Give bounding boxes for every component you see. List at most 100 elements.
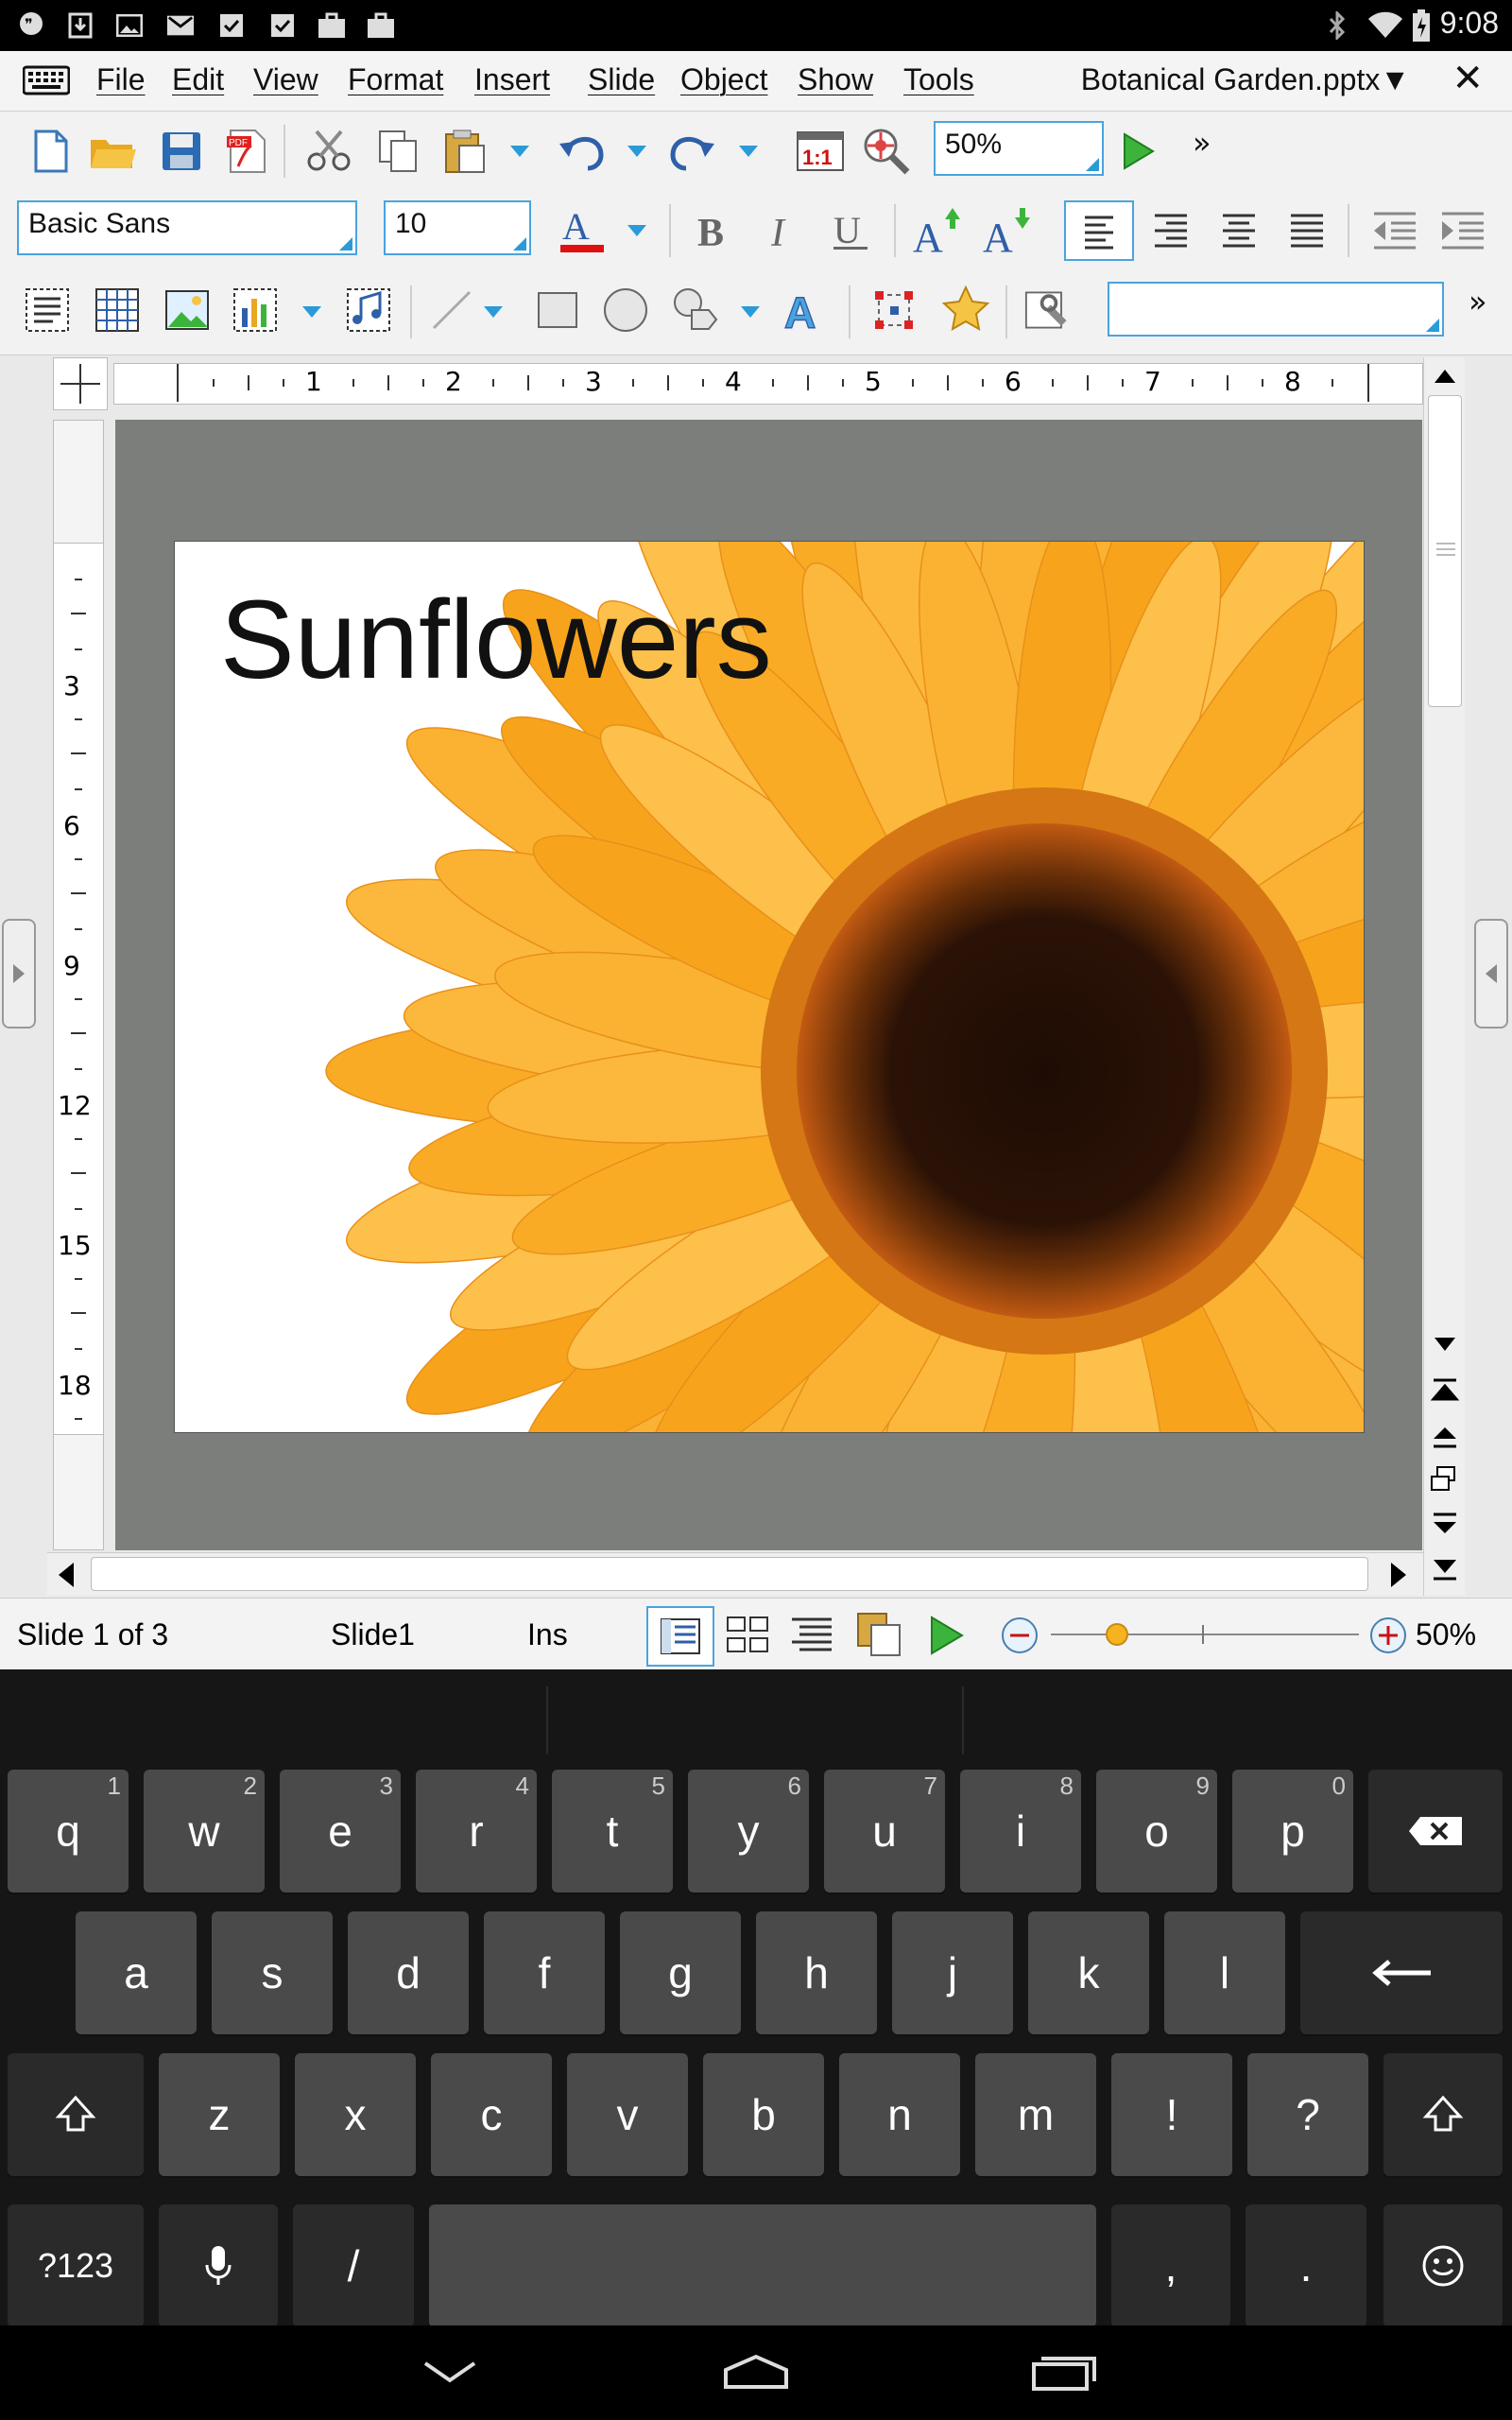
scroll-right-icon[interactable]: [1382, 1559, 1414, 1591]
first-slide-icon[interactable]: [1428, 1373, 1462, 1410]
slide-1[interactable]: Sunflowers: [174, 541, 1365, 1433]
paste-options-dropdown[interactable]: [510, 146, 529, 159]
open-folder-icon[interactable]: [89, 127, 138, 176]
key-w[interactable]: w2: [144, 1770, 265, 1893]
shapes-tool-dropdown[interactable]: [741, 306, 760, 320]
align-justify-icon[interactable]: [1281, 206, 1331, 255]
slide-sorter-icon[interactable]: [724, 1612, 771, 1659]
key-m[interactable]: m: [975, 2053, 1096, 2176]
cut-icon[interactable]: [304, 127, 353, 176]
start-slideshow-icon[interactable]: [924, 1612, 968, 1659]
back-down-icon[interactable]: [412, 2348, 488, 2395]
insert-image-icon[interactable]: [163, 285, 212, 335]
zoom-out-icon[interactable]: [1000, 1616, 1040, 1655]
align-right-icon[interactable]: [1145, 206, 1194, 255]
fontwork-icon[interactable]: A: [782, 285, 832, 335]
key-l[interactable]: l: [1164, 1911, 1285, 2034]
key-p[interactable]: p0: [1232, 1770, 1353, 1893]
key-f[interactable]: f: [484, 1911, 605, 2034]
slash-key[interactable]: /: [293, 2204, 414, 2327]
home-icon[interactable]: [718, 2348, 794, 2395]
line-tool-dropdown[interactable]: [484, 306, 503, 320]
bold-icon[interactable]: B: [690, 206, 739, 255]
last-slide-icon[interactable]: [1428, 1548, 1462, 1586]
menu-object[interactable]: Object: [680, 62, 767, 97]
ellipse-tool-icon[interactable]: [601, 285, 650, 335]
key-y[interactable]: y6: [688, 1770, 809, 1893]
insert-media-icon[interactable]: [344, 285, 393, 335]
toolbar-more-button[interactable]: »: [1193, 125, 1211, 161]
undo-dropdown[interactable]: [627, 146, 646, 159]
key-v[interactable]: v: [567, 2053, 688, 2176]
key-z[interactable]: z: [159, 2053, 280, 2176]
insert-chart-icon[interactable]: [231, 285, 280, 335]
points-edit-icon[interactable]: [869, 285, 919, 335]
customize-tools-icon[interactable]: [1024, 285, 1074, 335]
slide-title-textbox[interactable]: Sunflowers: [220, 576, 772, 704]
menu-show[interactable]: Show: [798, 62, 873, 97]
backspace-key[interactable]: [1368, 1770, 1503, 1893]
font-size-field[interactable]: 10: [384, 200, 531, 255]
key-u[interactable]: u7: [824, 1770, 945, 1893]
left-sidebar-handle[interactable]: [2, 919, 36, 1028]
previous-slide-icon[interactable]: [1428, 1418, 1462, 1456]
key-s[interactable]: s: [212, 1911, 333, 2034]
zoom-in-icon[interactable]: [1368, 1616, 1408, 1655]
vertical-scrollbar[interactable]: [1423, 357, 1465, 1596]
key-d[interactable]: d: [348, 1911, 469, 2034]
zoom-magnifier-icon[interactable]: [862, 127, 911, 176]
increase-indent-icon[interactable]: [1438, 206, 1487, 255]
style-field[interactable]: [1108, 282, 1444, 337]
redo-dropdown[interactable]: [739, 146, 758, 159]
font-name-field[interactable]: Basic Sans: [17, 200, 357, 255]
key-question[interactable]: ?: [1247, 2053, 1368, 2176]
horizontal-scroll-thumb[interactable]: [91, 1557, 1368, 1591]
zoom-slider-track[interactable]: [1051, 1634, 1359, 1635]
key-g[interactable]: g: [620, 1911, 741, 2034]
horizontal-scrollbar[interactable]: [47, 1552, 1423, 1596]
export-pdf-icon[interactable]: PDF: [223, 127, 272, 176]
decrease-font-icon[interactable]: A: [983, 206, 1032, 255]
key-h[interactable]: h: [756, 1911, 877, 2034]
underline-icon[interactable]: U: [826, 206, 875, 255]
key-exclamation[interactable]: !: [1111, 2053, 1232, 2176]
rectangle-tool-icon[interactable]: [533, 285, 582, 335]
insert-mode[interactable]: Ins: [527, 1617, 568, 1652]
scroll-left-icon[interactable]: [51, 1559, 83, 1591]
key-q[interactable]: q1: [8, 1770, 129, 1893]
redo-icon[interactable]: [667, 127, 716, 176]
notes-view-icon[interactable]: [854, 1610, 903, 1659]
key-k[interactable]: k: [1028, 1911, 1149, 2034]
menu-insert[interactable]: Insert: [474, 62, 550, 97]
key-i[interactable]: i8: [960, 1770, 1081, 1893]
symbols-key[interactable]: ?123: [8, 2204, 144, 2327]
scroll-up-icon[interactable]: [1428, 359, 1462, 393]
key-x[interactable]: x: [295, 2053, 416, 2176]
menu-tools[interactable]: Tools: [903, 62, 974, 97]
scroll-down-icon[interactable]: [1428, 1327, 1462, 1361]
space-key[interactable]: [429, 2204, 1096, 2327]
italic-icon[interactable]: I: [758, 206, 807, 255]
insert-table-icon[interactable]: [93, 285, 142, 335]
navigator-icon[interactable]: [1428, 1461, 1462, 1499]
key-c[interactable]: c: [431, 2053, 552, 2176]
emoji-key[interactable]: [1383, 2204, 1503, 2327]
key-a[interactable]: a: [76, 1911, 197, 2034]
new-document-icon[interactable]: [26, 127, 76, 176]
key-e[interactable]: e3: [280, 1770, 401, 1893]
key-o[interactable]: o9: [1096, 1770, 1217, 1893]
text-box-icon[interactable]: [23, 285, 72, 335]
zoom-field[interactable]: 50%: [934, 121, 1104, 176]
paste-icon[interactable]: [440, 127, 490, 176]
align-center-icon[interactable]: [1213, 206, 1263, 255]
shift-left-key[interactable]: [8, 2053, 144, 2176]
insert-chart-dropdown[interactable]: [302, 306, 321, 320]
document-title[interactable]: Botanical Garden.pptx▼: [1081, 62, 1410, 97]
menu-edit[interactable]: Edit: [172, 62, 224, 97]
next-slide-icon[interactable]: [1428, 1505, 1462, 1543]
period-key[interactable]: .: [1246, 2204, 1366, 2327]
increase-font-icon[interactable]: A: [913, 206, 962, 255]
ruler-origin-icon[interactable]: [53, 357, 108, 410]
zoom-slider-thumb[interactable]: [1106, 1623, 1128, 1646]
recent-apps-icon[interactable]: [1026, 2348, 1102, 2395]
